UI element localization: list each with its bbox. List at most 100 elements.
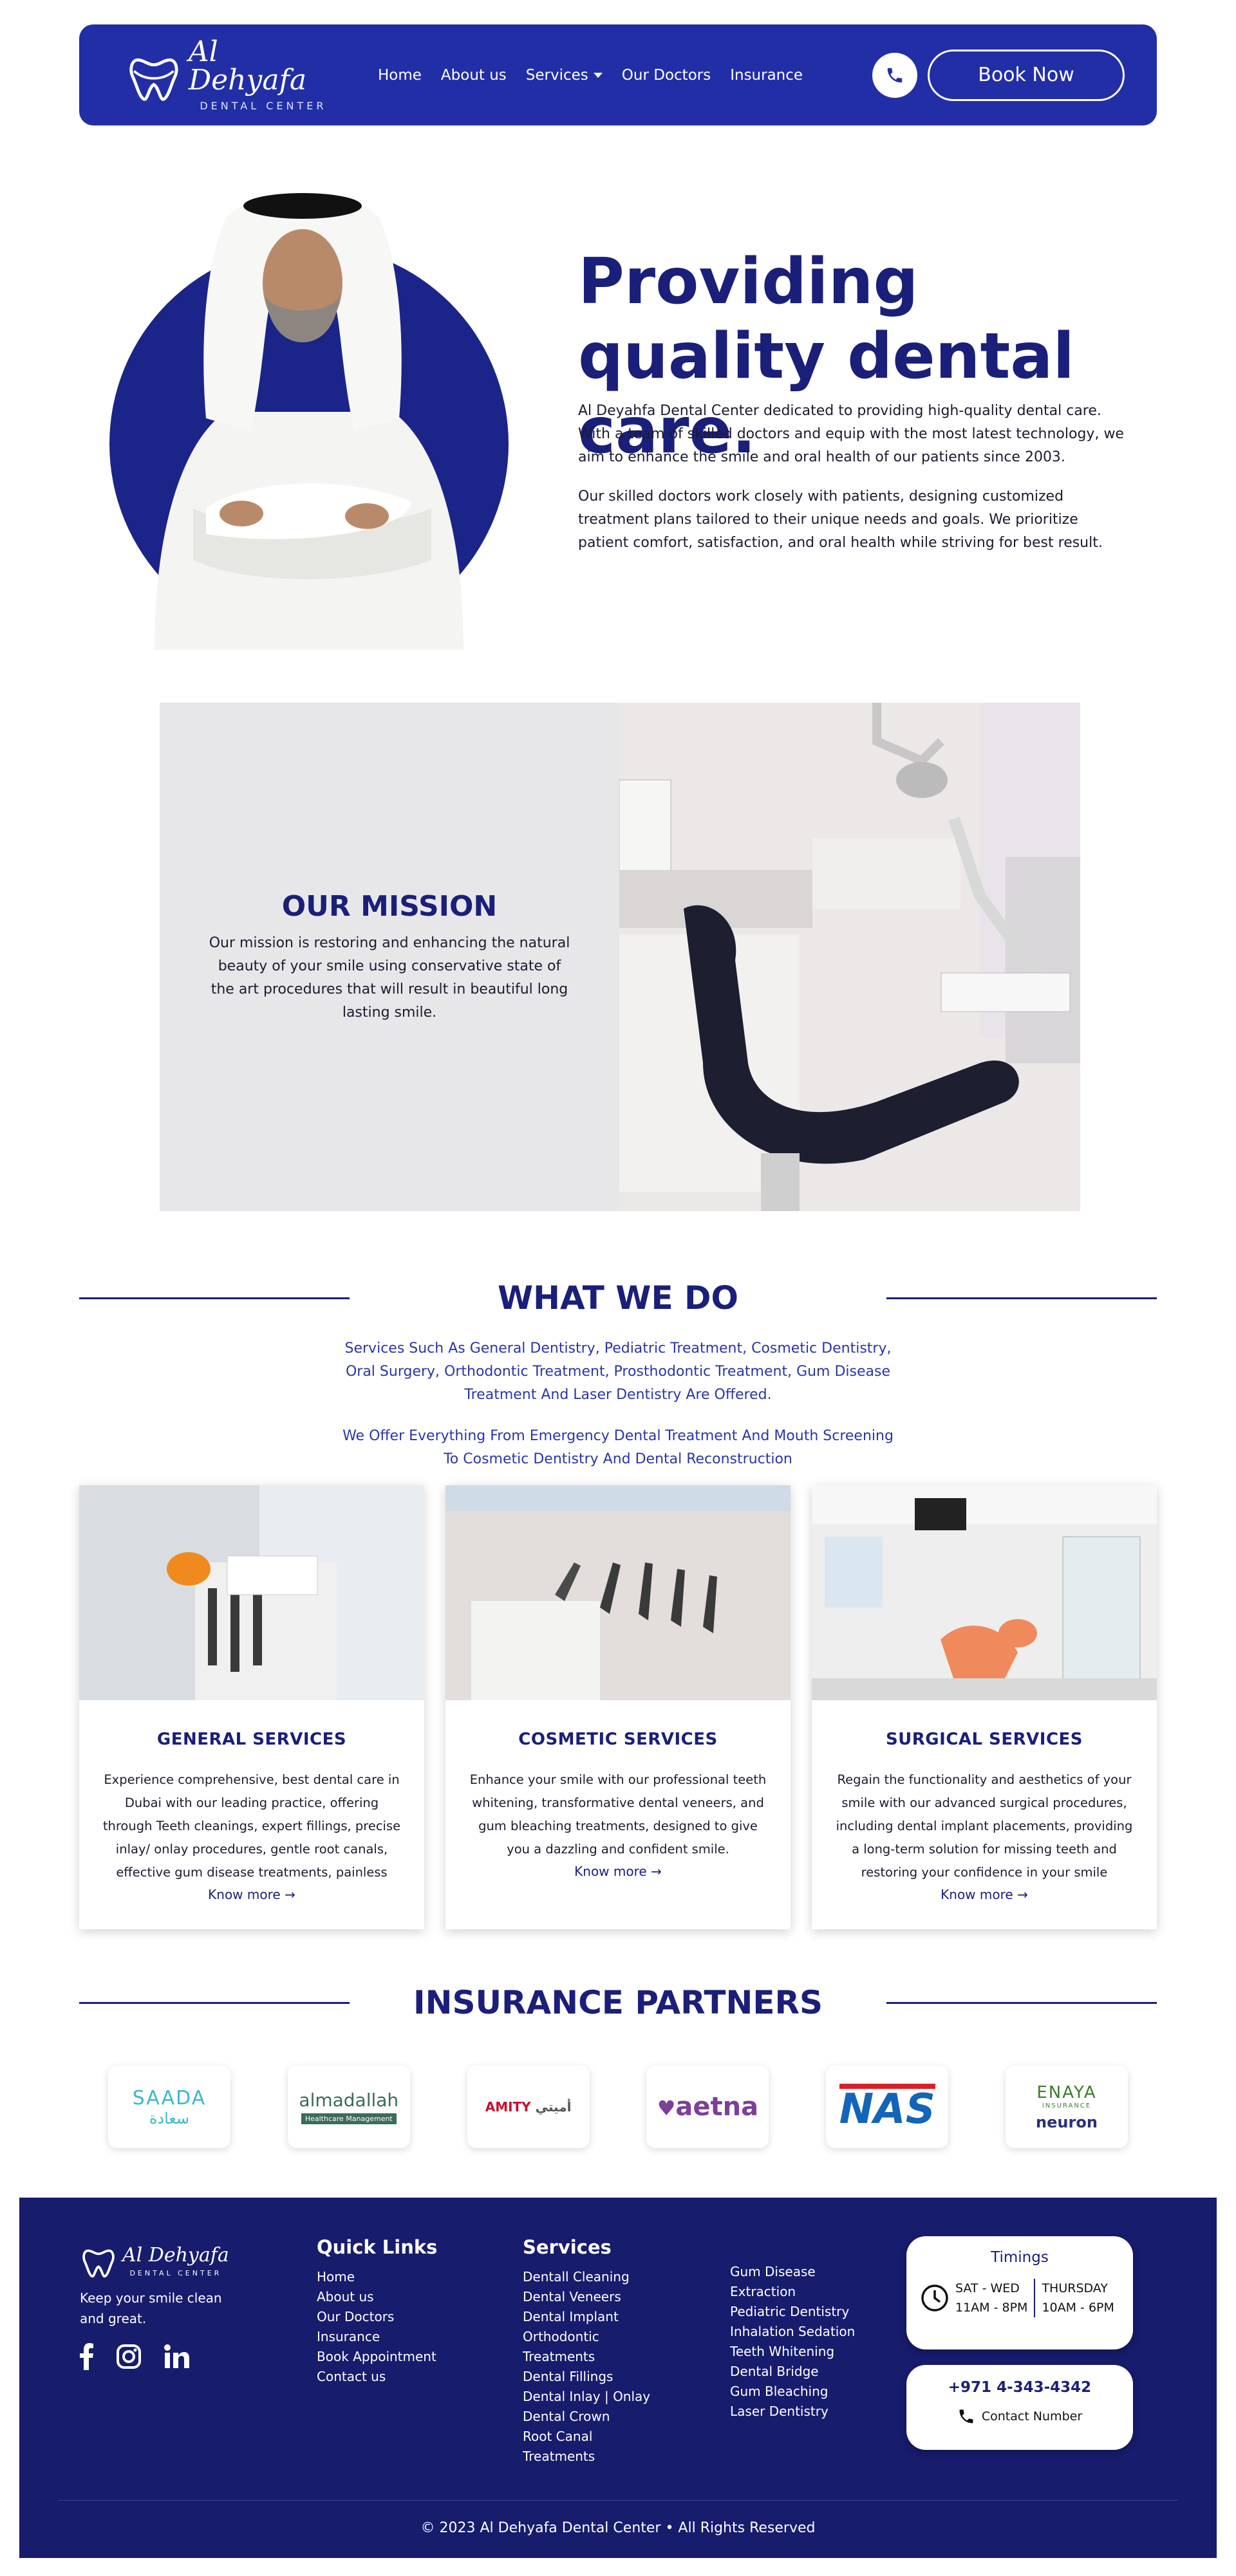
know-more-label: Know more: [574, 1864, 647, 1879]
footer-brand-name: Al Dehyafa: [122, 2244, 229, 2266]
hero-doctor-image: [97, 174, 515, 650]
footer-service-link[interactable]: Root Canal: [523, 2427, 650, 2447]
card-title: SURGICAL SERVICES: [885, 1730, 1083, 1749]
footer-service-link[interactable]: Dentall Cleaning: [523, 2267, 650, 2287]
mission-panel: OUR MISSION Our mission is restoring and…: [160, 703, 619, 1211]
hero-paragraph-1: Al Deyahfa Dental Center dedicated to pr…: [578, 403, 1124, 465]
footer-service-link[interactable]: Pediatric Dentistry: [730, 2302, 855, 2322]
know-more-label: Know more: [208, 1887, 281, 1902]
amity-logo-name: AMITY: [485, 2099, 531, 2115]
footer-link-about[interactable]: About us: [317, 2287, 437, 2307]
mission-text: Our mission is restoring and enhancing t…: [209, 934, 570, 1021]
footer-tagline: Keep your smile clean and great.: [80, 2290, 222, 2326]
saada-logo-text: SAADA: [132, 2086, 207, 2109]
aetna-logo-text: ♥aetna: [657, 2092, 758, 2122]
footer-service-link[interactable]: Extraction: [730, 2282, 855, 2302]
brand-name: Al Dehyafa: [188, 35, 307, 97]
card-title: GENERAL SERVICES: [156, 1730, 347, 1749]
mission-title: OUR MISSION: [281, 889, 498, 923]
almadallah-logo-subtext: Healthcare Management: [301, 2113, 397, 2124]
divider: [886, 1297, 1157, 1299]
service-card-cosmetic[interactable]: COSMETIC SERVICES Enhance your smile wit…: [445, 1485, 791, 1929]
footer-link-contact[interactable]: Contact us: [317, 2367, 437, 2387]
footer-service-link[interactable]: Dental Fillings: [523, 2367, 650, 2387]
footer-service-link[interactable]: Gum Disease: [730, 2262, 855, 2282]
general-services-image: [79, 1485, 424, 1700]
footer-service-link[interactable]: Dental Bridge: [730, 2362, 855, 2382]
footer-service-link[interactable]: Treatments: [523, 2447, 650, 2467]
divider: [79, 1297, 350, 1299]
footer-service-link[interactable]: Dental Crown: [523, 2407, 650, 2427]
card-text: Experience comprehensive, best dental ca…: [102, 1772, 401, 1880]
timings-content: SAT - WED 11AM - 8PM THURSDAY 10AM - 6PM: [921, 2279, 1119, 2317]
neuron-logo-text: neuron: [1036, 2113, 1098, 2131]
service-card-general[interactable]: GENERAL SERVICES Experience comprehensiv…: [79, 1485, 424, 1929]
mission-section: OUR MISSION Our mission is restoring and…: [160, 703, 1080, 1211]
timings-title: Timings: [991, 2249, 1049, 2266]
enaya-logo-subtext: INSURANCE: [1042, 2102, 1092, 2109]
timings-box: Timings SAT - WED 11AM - 8PM THURSDAY 10…: [906, 2236, 1133, 2349]
nav-doctors[interactable]: Our Doctors: [622, 67, 711, 84]
logo-text: Al Dehyafa DENTAL CENTER: [188, 35, 338, 113]
footer-logo[interactable]: Al Dehyafa DENTAL CENTER: [80, 2243, 247, 2279]
logo[interactable]: Al Dehyafa DENTAL CENTER: [126, 38, 338, 112]
footer-link-doctors[interactable]: Our Doctors: [317, 2307, 437, 2327]
footer-service-link[interactable]: Inhalation Sedation: [730, 2322, 855, 2342]
nav-actions: Book Now: [872, 49, 1125, 101]
footer-service-link[interactable]: Dental Implant: [523, 2307, 650, 2327]
footer-service-link[interactable]: Dental Inlay | Onlay: [523, 2387, 650, 2407]
card-text: Regain the functionality and aesthetics …: [836, 1772, 1133, 1880]
enaya-neuron-logo[interactable]: ENAYA INSURANCE neuron: [1005, 2066, 1128, 2148]
footer-service-link[interactable]: Laser Dentistry: [730, 2402, 855, 2422]
know-more-link[interactable]: Know more →: [445, 1864, 791, 1879]
nav-about[interactable]: About us: [441, 67, 507, 84]
page: Al Dehyafa DENTAL CENTER Home About us S…: [0, 0, 1236, 2576]
footer-link-home[interactable]: Home: [317, 2267, 437, 2287]
phone-icon: [959, 2409, 973, 2423]
divider: [79, 2001, 350, 2004]
enaya-logo-text: ENAYA: [1036, 2082, 1097, 2102]
clock-icon: [921, 2284, 948, 2312]
footer-service-link[interactable]: Dental Veneers: [523, 2287, 650, 2307]
brand-subtitle: DENTAL CENTER: [200, 100, 327, 112]
footer-service-link[interactable]: Gum Bleaching: [730, 2382, 855, 2402]
nav-services-dropdown[interactable]: Services: [526, 67, 603, 84]
almadallah-logo-text: almadallah: [299, 2090, 399, 2111]
footer-link-book[interactable]: Book Appointment: [317, 2347, 437, 2367]
instagram-icon[interactable]: [116, 2344, 142, 2369]
caret-down-icon: [593, 73, 603, 78]
book-now-button[interactable]: Book Now: [928, 49, 1125, 101]
aetna-logo[interactable]: ♥aetna: [646, 2066, 769, 2148]
saada-logo[interactable]: SAADA سعادة: [108, 2066, 230, 2148]
contact-label-row: Contact Number: [921, 2407, 1119, 2425]
amity-logo[interactable]: AMITY أميتي: [467, 2066, 590, 2148]
nav-insurance[interactable]: Insurance: [730, 67, 803, 84]
phone-icon: [887, 68, 903, 82]
nas-logo[interactable]: NAS: [826, 2066, 949, 2148]
nav-home[interactable]: Home: [378, 67, 422, 84]
phone-button[interactable]: [872, 52, 917, 98]
contact-box[interactable]: +971 4-343-4342 Contact Number: [906, 2365, 1133, 2450]
linkedin-icon[interactable]: [164, 2344, 189, 2369]
footer-service-link[interactable]: Treatments: [523, 2347, 650, 2367]
footer-service-link[interactable]: Orthodontic: [523, 2327, 650, 2347]
amity-logo-arabic: أميتي: [535, 2099, 572, 2115]
footer-service-link[interactable]: Teeth Whitening: [730, 2342, 855, 2362]
timing-hours: 11AM - 8PM: [955, 2301, 1028, 2315]
know-more-link[interactable]: Know more →: [812, 1887, 1157, 1902]
almadallah-logo[interactable]: almadallah Healthcare Management: [287, 2066, 410, 2148]
quick-links-title: Quick Links: [317, 2236, 438, 2258]
service-card-surgical[interactable]: SURGICAL SERVICES Regain the functionali…: [812, 1485, 1157, 1929]
phone-number[interactable]: +971 4-343-4342: [921, 2379, 1119, 2396]
nav-links: Home About us Services Our Doctors Insur…: [378, 67, 803, 84]
what-we-do-heading: WHAT WE DO: [79, 1279, 1157, 1317]
know-more-link[interactable]: Know more →: [79, 1887, 424, 1902]
what-we-do-text-1: Services Such As General Dentistry, Pedi…: [344, 1340, 892, 1403]
arrow-right-icon: →: [285, 1887, 295, 1902]
footer-brand-subtitle: DENTAL CENTER: [129, 2269, 222, 2277]
footer-link-insurance[interactable]: Insurance: [317, 2327, 437, 2347]
footer-quick-links: Quick Links Home About us Our Doctors In…: [317, 2236, 437, 2387]
nav-services[interactable]: Services: [526, 67, 588, 84]
social-links: [80, 2343, 247, 2370]
facebook-icon[interactable]: [80, 2343, 94, 2370]
